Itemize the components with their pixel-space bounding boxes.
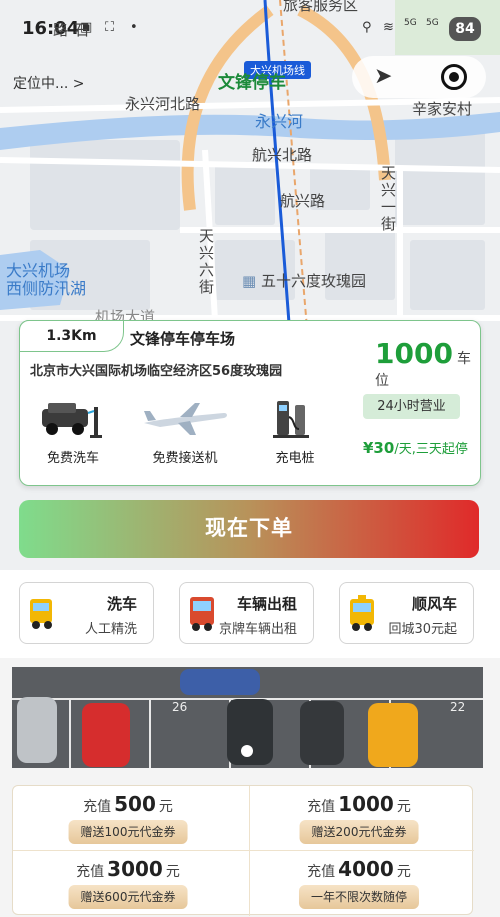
business-hours-badge: 24小时营业 — [363, 394, 460, 419]
price-desc: /天,三天起停 — [394, 442, 468, 457]
service-label: 充电桩 — [275, 451, 315, 466]
service-car-wash: 免费洗车 — [38, 399, 108, 466]
wifi-icon: ≋ — [383, 20, 394, 35]
recharge-option-1000[interactable]: 充值 1000 元 赠送200元代金券 — [244, 786, 474, 851]
service-label: 免费接送机 — [152, 451, 218, 466]
airplane-icon — [144, 403, 227, 435]
service-label: 免费洗车 — [46, 451, 99, 466]
recharge-options: 充值 500 元 赠送100元代金券 充值 1000 元 赠送200元代金券 充值 300… — [12, 785, 474, 916]
recharge-gift-badge: 一年不限次数随停 — [298, 885, 420, 909]
map-poi-rose-garden[interactable]: ▦ 五十六度玫瑰园 — [242, 270, 366, 291]
tile-title: 洗车 — [106, 595, 137, 613]
recharge-amount: 充值 500 元 — [83, 792, 173, 816]
signal-5g-icon-2: 5G — [426, 18, 439, 28]
slot-number-26: 26 — [172, 700, 187, 714]
service-charging: 充电桩 — [265, 399, 325, 466]
price-amount: ¥30 — [363, 439, 395, 457]
tile-title: 车辆出租 — [236, 595, 297, 613]
navigation-arrow-icon[interactable]: ➤ — [374, 64, 392, 89]
tile-car-wash[interactable]: 洗车 人工精洗 — [19, 582, 154, 644]
parking-lot-address: 北京市大兴国际机场临空经济区56度玫瑰园 — [30, 364, 283, 379]
recharge-option-4000[interactable]: 充值 4000 元 一年不限次数随停 — [244, 851, 474, 916]
poi-building-icon: ▦ — [242, 272, 257, 290]
battery-indicator: 84 — [449, 17, 481, 41]
price-info: ¥30/天,三天起停 — [363, 438, 468, 457]
charger-icon — [273, 401, 309, 438]
location-pin-icon: ⚲ — [362, 20, 372, 35]
carousel-indicator[interactable] — [241, 745, 253, 757]
map-poi-service-area: 旅客服务区 — [283, 0, 359, 14]
tile-car-rental[interactable]: 车辆出租 京牌车辆出租 — [179, 582, 314, 644]
recharge-gift-badge: 赠送200元代金券 — [299, 820, 419, 844]
distance-badge: 1.3Km — [19, 320, 124, 352]
tile-carpool[interactable]: 顺风车 回城30元起 — [339, 582, 474, 644]
recharge-amount: 充值 3000 元 — [76, 857, 180, 881]
tile-subtitle: 回城30元起 — [388, 622, 457, 637]
parking-lot-card[interactable]: 1.3Km 文锋停车停车场 北京市大兴国际机场临空经济区56度玫瑰园 1000 车… — [19, 320, 481, 486]
map-label-tianxing-6th-street: 天兴六街 — [197, 228, 215, 296]
recharge-gift-badge: 赠送100元代金券 — [68, 820, 188, 844]
map-label-yongxing-north-road: 永兴河北路 — [125, 95, 201, 113]
parking-lot-name: 文锋停车停车场 — [130, 330, 236, 348]
map-poi-parking[interactable]: 文锋停车 — [218, 68, 286, 93]
map-label-hangxing-road: 航兴路 — [280, 192, 326, 210]
map-label-hangxing-north-road: 航兴北路 — [252, 146, 313, 164]
service-airport-shuttle: 免费接送机 — [140, 399, 230, 466]
locating-status[interactable]: 定位中... > — [13, 73, 85, 93]
car-wash-icon — [42, 403, 102, 438]
map-label-xinjia-village: 辛家安村 — [412, 100, 473, 118]
recharge-gift-badge: 赠送600元代金券 — [68, 885, 188, 909]
order-now-button[interactable]: 现在下单 — [19, 500, 479, 558]
map-label-flood-lake: 大兴机场 西侧防汛湖 — [6, 261, 87, 298]
scan-icon: ⛶ — [105, 20, 115, 35]
tile-subtitle: 京牌车辆出租 — [218, 622, 297, 637]
map-label-yongxing-river: 永兴河 — [255, 112, 304, 131]
map-label-shi-road: 石 路 — [51, 22, 90, 39]
slot-count-number: 1000 — [375, 337, 453, 370]
map-label-tianxing-1st-street: 天兴一街 — [379, 165, 397, 233]
recharge-amount: 充值 1000 元 — [307, 792, 411, 816]
recharge-option-500[interactable]: 充值 500 元 赠送100元代金券 — [13, 786, 243, 851]
slot-count: 1000 车位 — [375, 337, 480, 390]
signal-5g-icon: 5G — [404, 18, 417, 28]
map-controls: ➤ — [352, 56, 486, 98]
recharge-amount: 充值 4000 元 — [307, 857, 411, 881]
more-dots-icon: • — [130, 20, 138, 35]
locate-me-icon[interactable] — [441, 64, 467, 90]
tile-subtitle: 人工精洗 — [84, 622, 137, 637]
tile-title: 顺风车 — [411, 595, 457, 613]
recharge-option-3000[interactable]: 充值 3000 元 赠送600元代金券 — [13, 851, 243, 916]
service-tiles: 洗车 人工精洗 车辆出租 京牌车辆出租 顺风车 回城30元起 — [0, 570, 500, 658]
slot-number-22: 22 — [450, 700, 465, 714]
